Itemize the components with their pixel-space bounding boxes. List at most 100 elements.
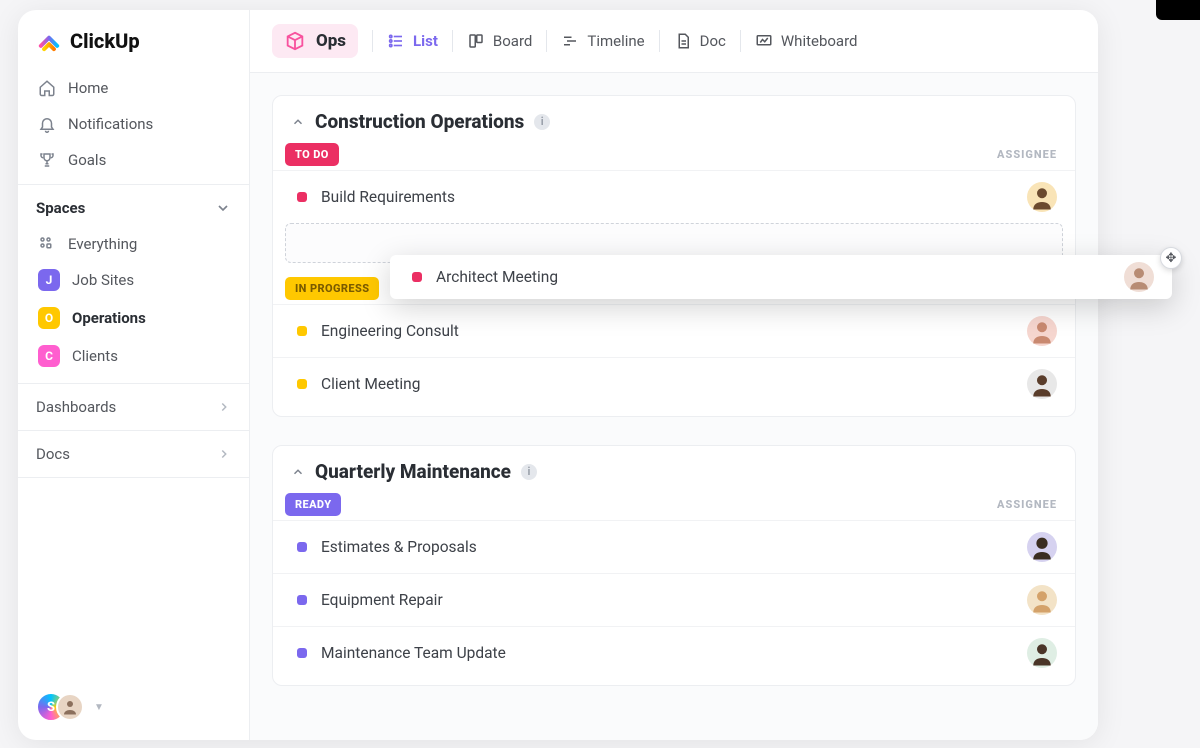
- list-header[interactable]: Quarterly Maintenance i: [273, 460, 1075, 493]
- view-timeline-label: Timeline: [587, 32, 644, 50]
- space-chip-label: Ops: [316, 31, 346, 51]
- chevron-down-icon: [215, 200, 231, 216]
- bell-icon: [38, 115, 56, 133]
- space-badge-o: O: [38, 307, 60, 329]
- avatar[interactable]: [1027, 182, 1057, 212]
- avatar[interactable]: [1027, 369, 1057, 399]
- task-row[interactable]: Maintenance Team Update: [273, 626, 1075, 679]
- dashboards-label: Dashboards: [36, 398, 116, 416]
- view-list[interactable]: List: [387, 32, 438, 50]
- view-doc-label: Doc: [700, 32, 726, 50]
- view-timeline[interactable]: Timeline: [561, 32, 644, 50]
- doc-icon: [674, 32, 692, 50]
- user-avatar-photo: [56, 693, 84, 721]
- assignee-header: ASSIGNEE: [997, 148, 1057, 161]
- space-everything-label: Everything: [68, 235, 137, 253]
- spaces-header[interactable]: Spaces: [18, 184, 249, 227]
- decor-corner: [1156, 0, 1200, 20]
- avatar[interactable]: [1027, 585, 1057, 615]
- chevron-up-icon: [291, 115, 305, 129]
- home-icon: [38, 79, 56, 97]
- board-icon: [467, 32, 485, 50]
- space-clients-label: Clients: [72, 347, 118, 365]
- whiteboard-icon: [755, 32, 773, 50]
- status-square: [297, 648, 307, 658]
- chevron-right-icon: [217, 447, 231, 461]
- space-everything[interactable]: Everything: [28, 227, 239, 261]
- avatar[interactable]: [1027, 638, 1057, 668]
- nav-goals[interactable]: Goals: [28, 142, 239, 178]
- sidebar: ClickUp Home Notifications Goals Spaces: [18, 10, 250, 740]
- content-area: Construction Operations i TO DO ASSIGNEE…: [250, 73, 1098, 736]
- divider: [546, 30, 547, 52]
- list-quarterly-maintenance: Quarterly Maintenance i READY ASSIGNEE E…: [272, 445, 1076, 686]
- task-row[interactable]: Client Meeting: [273, 357, 1075, 410]
- brand-row[interactable]: ClickUp: [18, 10, 249, 68]
- spaces-header-label: Spaces: [36, 199, 85, 217]
- spaces-list: Everything J Job Sites O Operations C Cl…: [18, 227, 249, 383]
- divider: [372, 30, 373, 52]
- list-title: Construction Operations: [315, 110, 524, 133]
- status-square: [297, 379, 307, 389]
- view-whiteboard[interactable]: Whiteboard: [755, 32, 858, 50]
- avatar[interactable]: [1027, 316, 1057, 346]
- dragging-task-card[interactable]: Architect Meeting: [390, 255, 1172, 299]
- task-name: Build Requirements: [321, 188, 455, 206]
- task-name: Architect Meeting: [436, 268, 558, 286]
- task-name: Estimates & Proposals: [321, 538, 477, 556]
- space-operations[interactable]: O Operations: [28, 299, 239, 337]
- clickup-logo-icon: [36, 28, 62, 54]
- docs-row[interactable]: Docs: [18, 431, 249, 478]
- avatar[interactable]: [1027, 532, 1057, 562]
- list-header[interactable]: Construction Operations i: [273, 110, 1075, 143]
- task-row[interactable]: Engineering Consult: [273, 304, 1075, 357]
- move-cursor-icon: ✥: [1160, 247, 1182, 269]
- status-square: [297, 192, 307, 202]
- user-menu[interactable]: S ▼: [18, 674, 249, 740]
- task-name: Equipment Repair: [321, 591, 443, 609]
- app-window: ClickUp Home Notifications Goals Spaces: [18, 10, 1098, 740]
- divider: [659, 30, 660, 52]
- topbar: Ops List Board Timeline Doc: [250, 10, 1098, 73]
- space-job-sites-label: Job Sites: [72, 271, 134, 289]
- task-row[interactable]: Build Requirements: [273, 170, 1075, 223]
- nav-notifications-label: Notifications: [68, 115, 153, 133]
- info-icon[interactable]: i: [534, 114, 550, 130]
- brand-name: ClickUp: [70, 29, 140, 53]
- space-clients[interactable]: C Clients: [28, 337, 239, 375]
- grid-dots-icon: [38, 235, 56, 253]
- status-square: [297, 595, 307, 605]
- main-panel: Ops List Board Timeline Doc: [250, 10, 1098, 740]
- space-operations-label: Operations: [72, 309, 146, 327]
- task-name: Maintenance Team Update: [321, 644, 506, 662]
- cube-icon: [284, 30, 306, 52]
- status-pill-inprogress[interactable]: IN PROGRESS: [285, 277, 379, 300]
- status-pill-ready[interactable]: READY: [285, 493, 341, 516]
- nav-home-label: Home: [68, 79, 108, 97]
- caret-down-icon: ▼: [94, 702, 104, 713]
- space-job-sites[interactable]: J Job Sites: [28, 261, 239, 299]
- trophy-icon: [38, 151, 56, 169]
- primary-nav: Home Notifications Goals: [18, 68, 249, 184]
- assignee-header: ASSIGNEE: [997, 498, 1057, 511]
- status-square: [412, 272, 422, 282]
- status-square: [297, 542, 307, 552]
- space-chip[interactable]: Ops: [272, 24, 358, 58]
- timeline-icon: [561, 32, 579, 50]
- task-row[interactable]: Equipment Repair: [273, 573, 1075, 626]
- view-board[interactable]: Board: [467, 32, 532, 50]
- status-header-ready: READY ASSIGNEE: [273, 493, 1075, 520]
- avatar[interactable]: [1124, 262, 1154, 292]
- list-title: Quarterly Maintenance: [315, 460, 511, 483]
- view-doc[interactable]: Doc: [674, 32, 726, 50]
- view-whiteboard-label: Whiteboard: [781, 32, 858, 50]
- list-icon: [387, 32, 405, 50]
- nav-home[interactable]: Home: [28, 70, 239, 106]
- dashboards-row[interactable]: Dashboards: [18, 383, 249, 431]
- status-pill-todo[interactable]: TO DO: [285, 143, 339, 166]
- info-icon[interactable]: i: [521, 464, 537, 480]
- status-header-todo: TO DO ASSIGNEE: [273, 143, 1075, 170]
- task-row[interactable]: Estimates & Proposals: [273, 520, 1075, 573]
- nav-notifications[interactable]: Notifications: [28, 106, 239, 142]
- space-badge-c: C: [38, 345, 60, 367]
